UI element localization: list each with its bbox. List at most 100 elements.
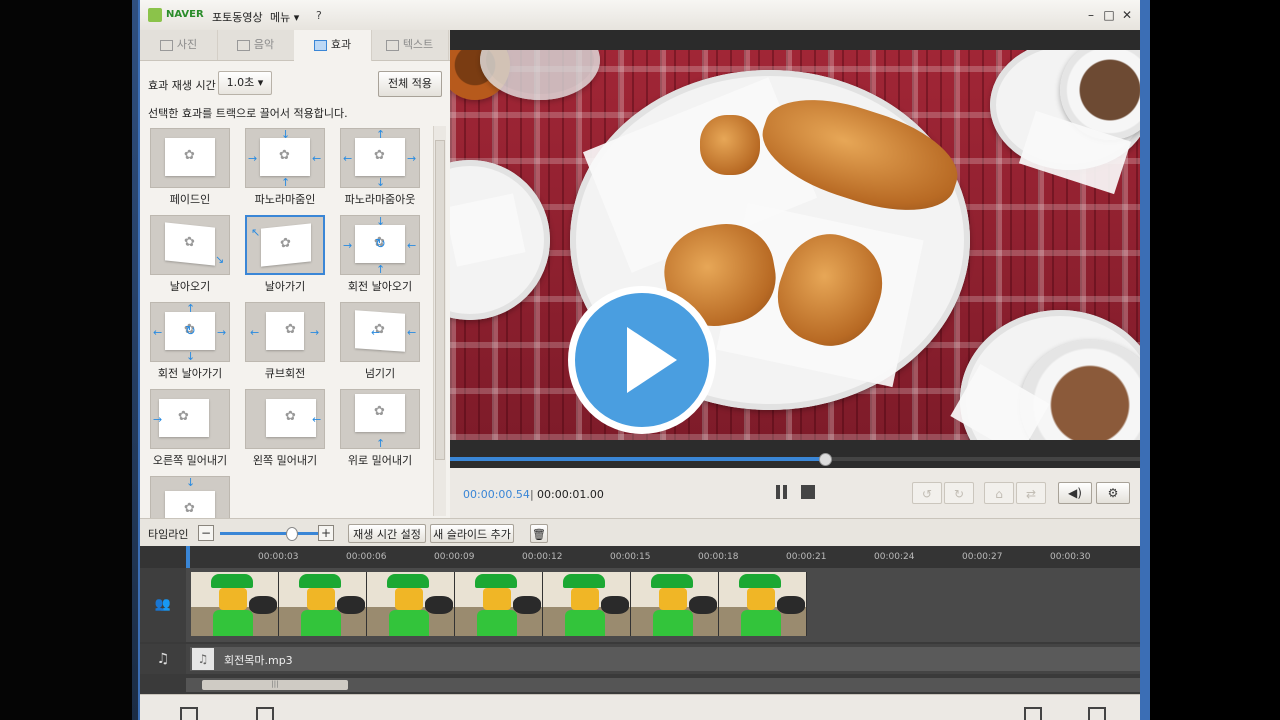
slide-clip[interactable]	[631, 572, 719, 636]
zoom-slider[interactable]	[220, 527, 320, 541]
effect-label: 위로 밀어내기	[347, 454, 413, 467]
time-ruler[interactable]: 00:00:03 00:00:06 00:00:09 00:00:12 00:0…	[140, 546, 1140, 568]
effect-thumbnail: ↖	[245, 215, 325, 275]
effect-label: 오른쪽 밀어내기	[152, 454, 228, 467]
slide-clip[interactable]	[455, 572, 543, 636]
slide-clip[interactable]	[191, 572, 279, 636]
set-duration-button[interactable]: 재생 시간 설정	[348, 524, 426, 543]
effect-item[interactable]: ↘ 날아오기	[144, 213, 234, 299]
effect-label: 날아오기	[169, 280, 211, 293]
time-separator: |	[530, 488, 534, 501]
seek-bar[interactable]	[450, 440, 1140, 468]
share-icon[interactable]	[1024, 707, 1042, 720]
slide-clip[interactable]	[719, 572, 807, 636]
effect-thumbnail	[150, 128, 230, 188]
rotate-left-button[interactable]: ↺	[912, 482, 942, 504]
current-time: 00:00:00.54	[463, 488, 530, 501]
timeline-toolbar: 타임라인 − + 재생 시간 설정 새 슬라이드 추가 🗑	[140, 518, 1140, 547]
ruler-tick: 00:00:18	[698, 552, 739, 562]
bottom-toolbar	[140, 694, 1140, 720]
adjust-button[interactable]: ⇄	[1016, 482, 1046, 504]
ruler-tick: 00:00:30	[1050, 552, 1091, 562]
tab-music[interactable]: 음악	[217, 30, 295, 60]
audio-file-icon: ♫	[192, 648, 214, 670]
effect-item[interactable]: ↓↑→←↻ 회전 날아오기	[334, 213, 424, 299]
rotate-right-button[interactable]: ↻	[944, 482, 974, 504]
tab-text[interactable]: 텍스트	[371, 30, 449, 60]
ruler-tick: 00:00:24	[874, 552, 915, 562]
effect-item[interactable]: ←← 넘기기	[334, 300, 424, 386]
settings-button[interactable]: ⚙	[1096, 482, 1130, 504]
music-icon	[236, 39, 250, 51]
effect-item[interactable]: ← 왼쪽 밀어내기	[239, 387, 329, 473]
effect-duration-label: 효과 재생 시간	[148, 79, 216, 92]
pause-button[interactable]	[774, 484, 790, 500]
timeline-scrollbar[interactable]: |||	[186, 678, 1140, 692]
timeline-panel: 타임라인 − + 재생 시간 설정 새 슬라이드 추가 🗑 00:00:03 0…	[140, 518, 1140, 694]
playhead[interactable]	[186, 546, 190, 568]
brand-label: NAVER	[166, 9, 204, 20]
video-track: 👥	[140, 568, 1140, 642]
preview-pane: 00:00:00.54 | 00:00:01.00 ↺ ↻ ⌂ ⇄ ◀) ⚙	[450, 30, 1140, 518]
add-slide-button[interactable]: 새 슬라이드 추가	[430, 524, 514, 543]
effect-label: 큐브회전	[264, 367, 306, 380]
slide-clip[interactable]	[367, 572, 455, 636]
zoom-out-button[interactable]: −	[198, 525, 214, 541]
help-button[interactable]: ?	[316, 9, 322, 22]
stop-button[interactable]	[800, 484, 816, 500]
effect-item[interactable]: → 오른쪽 밀어내기	[144, 387, 234, 473]
effect-thumbnail: ↘	[150, 215, 230, 275]
effect-thumbnail: ↓↑→←↻	[340, 215, 420, 275]
menu-button[interactable]: 메뉴 ▾	[270, 9, 299, 25]
save-icon[interactable]	[1088, 707, 1106, 720]
video-preview[interactable]	[450, 50, 1140, 440]
ruler-tick: 00:00:21	[786, 552, 827, 562]
maximize-button[interactable]: □	[1102, 8, 1116, 22]
effect-label: 파노라마줌인	[254, 193, 316, 206]
effect-item[interactable]: ↖ 날아가기	[239, 213, 329, 299]
timeline-scroll-thumb[interactable]: |||	[202, 680, 348, 690]
audio-clip[interactable]: ♫ 회전목마.mp3	[190, 647, 1140, 671]
audio-clip-name: 회전목마.mp3	[224, 654, 293, 667]
effect-thumbnail: ←→	[245, 302, 325, 362]
close-button[interactable]: ✕	[1120, 8, 1134, 22]
window-border-right	[1142, 0, 1150, 720]
effect-item[interactable]: ↓↑→← 파노라마줌인	[239, 126, 329, 212]
slide-clip[interactable]	[543, 572, 631, 636]
tab-photo[interactable]: 사진	[140, 30, 218, 60]
effect-label: 회전 날아가기	[157, 367, 223, 380]
effect-thumbnail: ↑↓←→	[340, 128, 420, 188]
effect-duration-select[interactable]: 1.0초 ▾	[218, 71, 272, 95]
effect-item[interactable]: ←→ 큐브회전	[239, 300, 329, 386]
ruler-tick: 00:00:03	[258, 552, 299, 562]
total-time: 00:00:01.00	[537, 488, 604, 501]
slide-clip[interactable]	[279, 572, 367, 636]
effect-icon	[313, 39, 327, 51]
audio-track: ♫ ♫ 회전목마.mp3	[140, 644, 1140, 674]
effect-item[interactable]: ↑↓←→ 파노라마줌아웃	[334, 126, 424, 212]
effect-item[interactable]: ↑ 위로 밀어내기	[334, 387, 424, 473]
tab-text-label: 텍스트	[402, 38, 434, 51]
minimize-button[interactable]: –	[1084, 8, 1098, 22]
document-icon[interactable]	[256, 707, 274, 720]
tab-effect[interactable]: 효과	[294, 30, 372, 61]
zoom-in-button[interactable]: +	[318, 525, 334, 541]
effect-item[interactable]: ↓	[144, 474, 234, 518]
app-title: 포토동영상	[212, 11, 263, 24]
effect-item[interactable]: 페이드인	[144, 126, 234, 212]
effects-scrollbar[interactable]	[433, 126, 446, 516]
play-button[interactable]	[568, 286, 716, 434]
ruler-tick: 00:00:27	[962, 552, 1003, 562]
effect-item[interactable]: ↑↓←→↻ 회전 날아가기	[144, 300, 234, 386]
effects-grid: 페이드인 ↓↑→← 파노라마줌인 ↑↓←→ 파노라마줌아웃 ↘ 날아오기 ↖ 날…	[140, 126, 432, 518]
trash-icon[interactable]: 🗑	[530, 524, 548, 543]
zoom-handle[interactable]	[286, 527, 298, 541]
effect-thumbnail: ↑	[340, 389, 420, 449]
seek-handle[interactable]	[819, 453, 833, 466]
apply-all-button[interactable]: 전체 적용	[378, 71, 442, 97]
volume-button[interactable]: ◀)	[1058, 482, 1092, 504]
photo-icon	[159, 39, 173, 51]
crop-button[interactable]: ⌂	[984, 482, 1014, 504]
photo-add-icon[interactable]	[180, 707, 198, 720]
effect-thumbnail: ←←	[340, 302, 420, 362]
